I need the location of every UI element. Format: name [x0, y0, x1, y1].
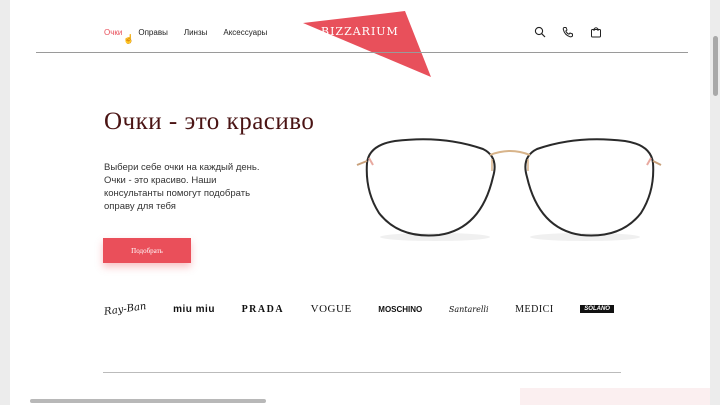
- hero-title: Очки - это красиво: [104, 108, 315, 135]
- header-divider: [36, 52, 688, 53]
- brand-prada[interactable]: PRADA: [242, 304, 285, 315]
- nav-item-frames[interactable]: Оправы: [138, 28, 167, 37]
- header-icons: [534, 25, 602, 38]
- brand-miu-miu[interactable]: miu miu: [173, 304, 215, 315]
- nav-item-glasses[interactable]: Очки: [104, 28, 122, 37]
- horizontal-scrollbar[interactable]: [30, 399, 266, 403]
- pick-button[interactable]: Подобрать: [103, 238, 191, 263]
- hero-description: Выбери себе очки на каждый день. Очки - …: [104, 162, 260, 212]
- brand-ray-ban[interactable]: Ray-Ban: [103, 301, 147, 318]
- vertical-scrollbar[interactable]: [713, 36, 718, 96]
- brand-solano[interactable]: SOLANO: [580, 305, 614, 313]
- phone-icon[interactable]: [562, 25, 574, 38]
- logo[interactable]: BIZZARIUM: [295, 11, 435, 77]
- cart-icon[interactable]: [590, 25, 602, 38]
- brand-medici[interactable]: MEDICI: [515, 304, 554, 315]
- brand-santarelli[interactable]: Santarelli: [449, 305, 489, 314]
- glasses-image: [356, 138, 662, 241]
- page: Очки Оправы Линзы Аксессуары ☝ BIZZARIUM…: [10, 0, 710, 405]
- section-divider: [103, 372, 621, 373]
- logo-triangle-icon: [303, 11, 431, 77]
- next-section-background: [520, 388, 710, 405]
- logo-text: BIZZARIUM: [321, 25, 399, 38]
- pointer-cursor-icon: ☝: [123, 34, 135, 44]
- nav-item-accessories[interactable]: Аксессуары: [223, 28, 267, 37]
- brand-logos: Ray-Ban miu miu PRADA VOGUE MOSCHINO San…: [103, 301, 614, 318]
- nav-item-lenses[interactable]: Линзы: [184, 28, 208, 37]
- brand-vogue[interactable]: VOGUE: [311, 303, 352, 315]
- brand-moschino[interactable]: MOSCHINO: [378, 305, 422, 314]
- search-icon[interactable]: [534, 25, 546, 38]
